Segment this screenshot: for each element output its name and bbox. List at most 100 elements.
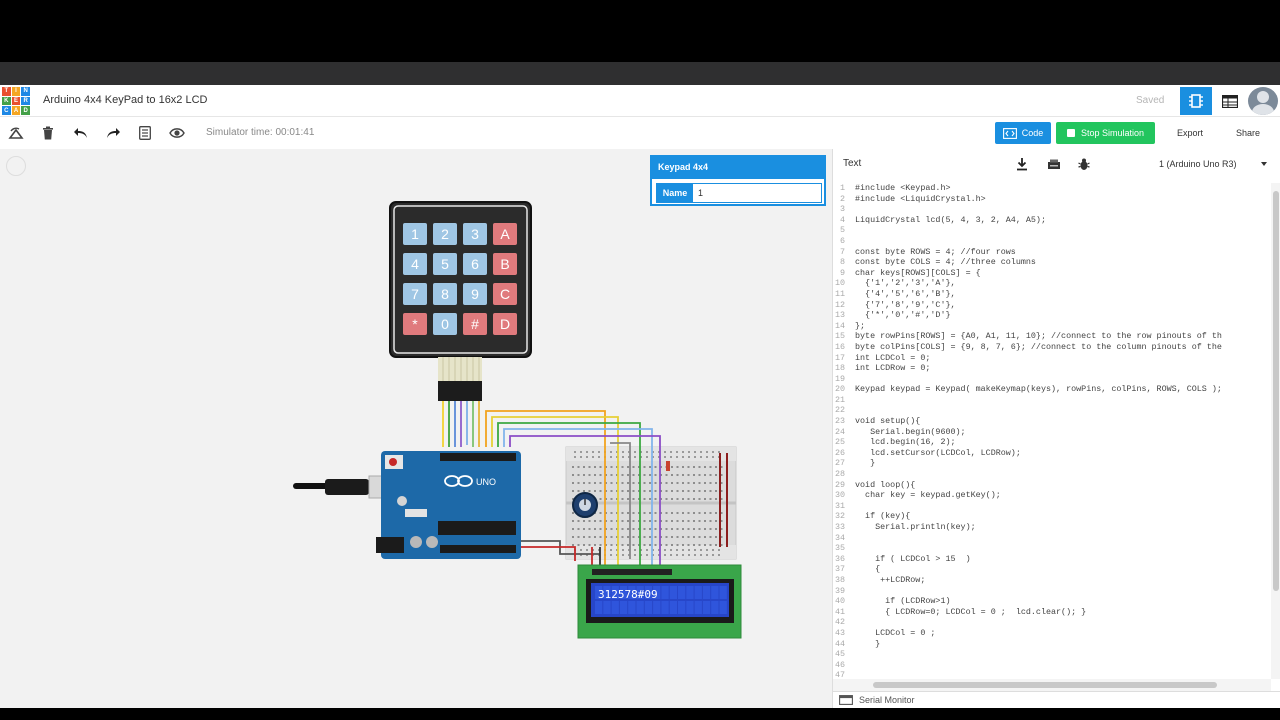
app-header: TIN KER CAD Arduino 4x4 KeyPad to 16x2 LCD… bbox=[0, 85, 1280, 117]
logo-letter: A bbox=[11, 106, 21, 115]
code-line[interactable]: 18 int LCDRow = 0; bbox=[833, 363, 1271, 374]
line-number: 30 bbox=[834, 490, 845, 501]
component-list-button[interactable] bbox=[1218, 89, 1242, 113]
delete-button[interactable] bbox=[40, 125, 56, 141]
serial-monitor-toggle[interactable]: Serial Monitor bbox=[833, 691, 1280, 708]
code-line[interactable]: 35 bbox=[833, 543, 1271, 554]
line-number: 11 bbox=[834, 288, 845, 299]
code-line[interactable]: 21 bbox=[833, 395, 1271, 406]
components-panel-button[interactable] bbox=[1180, 87, 1212, 115]
code-line[interactable]: 14}; bbox=[833, 321, 1271, 332]
code-line[interactable]: 8 const byte COLS = 4; //three columns bbox=[833, 257, 1271, 268]
line-number: 33 bbox=[834, 522, 845, 532]
code-line[interactable]: 28 bbox=[833, 469, 1271, 480]
keypad-key-label: 4 bbox=[411, 256, 419, 272]
code-line[interactable]: 27 } bbox=[833, 458, 1271, 469]
code-line[interactable]: 4 LiquidCrystal lcd(5, 4, 3, 2, A4, A5); bbox=[833, 215, 1271, 226]
upload-button[interactable] bbox=[1047, 157, 1061, 171]
device-select[interactable]: 1 (Arduino Uno R3) bbox=[1153, 154, 1275, 174]
code-line[interactable]: 46 bbox=[833, 660, 1271, 671]
code-line[interactable]: 5 bbox=[833, 225, 1271, 236]
circuit-canvas[interactable]: 1 2 3 A 4 5 6 B 7 8 9 C * 0 # D UNO 3125… bbox=[0, 149, 832, 708]
keypad-key-label: 7 bbox=[411, 286, 419, 302]
code-line[interactable]: 29 void loop(){ bbox=[833, 480, 1271, 491]
code-button-label: Code bbox=[1021, 128, 1044, 138]
code-button[interactable]: Code bbox=[995, 122, 1051, 144]
code-line[interactable]: 33 Serial.println(key); bbox=[833, 522, 1271, 533]
code-line[interactable]: 34 bbox=[833, 533, 1271, 544]
code-line[interactable]: 23 void setup(){ bbox=[833, 416, 1271, 427]
code-line[interactable]: 40 if (LCDRow>1) bbox=[833, 596, 1271, 607]
code-line-text: char key = keypad.getKey(); bbox=[855, 490, 1001, 501]
code-line[interactable]: 41 { LCDRow=0; LCDCol = 0 ; lcd.clear();… bbox=[833, 607, 1271, 618]
stop-simulation-label: Stop Simulation bbox=[1080, 128, 1145, 138]
stop-simulation-button[interactable]: Stop Simulation bbox=[1056, 122, 1155, 144]
debugger-button[interactable] bbox=[1077, 157, 1091, 171]
code-line[interactable]: 16 byte colPins[COLS] = {9, 8, 7, 6}; //c… bbox=[833, 342, 1271, 353]
code-line[interactable]: 19 bbox=[833, 374, 1271, 385]
code-line[interactable]: 30 char key = keypad.getKey(); bbox=[833, 490, 1271, 501]
line-number: 9 bbox=[839, 267, 845, 278]
code-line[interactable]: 22 bbox=[833, 405, 1271, 416]
code-line[interactable]: 20 Keypad keypad = Keypad( makeKeymap(key… bbox=[833, 384, 1271, 395]
code-line[interactable]: 31 bbox=[833, 501, 1271, 512]
vertical-scrollbar[interactable] bbox=[1271, 183, 1280, 679]
logo-letter: D bbox=[21, 106, 30, 115]
logo-letter: I bbox=[11, 87, 21, 96]
code-line[interactable]: 38 ++LCDRow; bbox=[833, 575, 1271, 586]
code-line-text: if (LCDRow>1) bbox=[855, 596, 951, 607]
code-line[interactable]: 17 int LCDCol = 0; bbox=[833, 353, 1271, 364]
export-button[interactable]: Export bbox=[1166, 122, 1214, 144]
code-text-area[interactable]: 1 #include <Keypad.h> 2 #include <LiquidCry… bbox=[833, 183, 1271, 679]
undo-button[interactable] bbox=[73, 125, 89, 141]
code-line[interactable]: 26 lcd.setCursor(LCDCol, LCDRow); bbox=[833, 448, 1271, 459]
project-title[interactable]: Arduino 4x4 KeyPad to 16x2 LCD bbox=[43, 94, 208, 106]
rotate-button[interactable] bbox=[8, 125, 24, 141]
code-line-text: byte rowPins[ROWS] = {A0, A1, 11, 10}; /… bbox=[855, 331, 1222, 342]
code-line[interactable]: 24 Serial.begin(9600); bbox=[833, 427, 1271, 438]
code-line[interactable]: 7 const byte ROWS = 4; //four rows bbox=[833, 247, 1271, 258]
visibility-button[interactable] bbox=[169, 125, 185, 141]
notes-button[interactable] bbox=[137, 125, 153, 141]
code-line[interactable]: 2 #include <LiquidCrystal.h> bbox=[833, 194, 1271, 205]
code-line[interactable]: 6 bbox=[833, 236, 1271, 247]
code-line[interactable]: 3 bbox=[833, 204, 1271, 215]
name-input[interactable]: 1 bbox=[693, 184, 821, 202]
code-line[interactable]: 11 {'4','5','6','B'}, bbox=[833, 289, 1271, 300]
line-number: 42 bbox=[834, 617, 845, 628]
table-icon bbox=[1222, 94, 1238, 108]
code-line[interactable]: 1 #include <Keypad.h> bbox=[833, 183, 1271, 194]
share-button[interactable]: Share bbox=[1224, 122, 1272, 144]
code-line[interactable]: 13 {'*','0','#','D'} bbox=[833, 310, 1271, 321]
code-line[interactable]: 36 if ( LCDCol > 15 ) bbox=[833, 554, 1271, 565]
code-line[interactable]: 43 LCDCol = 0 ; bbox=[833, 628, 1271, 639]
logo-letter: R bbox=[21, 96, 30, 106]
code-line[interactable]: 32 if (key){ bbox=[833, 511, 1271, 522]
code-line[interactable]: 44 } bbox=[833, 639, 1271, 650]
saved-status: Saved bbox=[1136, 95, 1165, 106]
code-line[interactable]: 9 char keys[ROWS][COLS] = { bbox=[833, 268, 1271, 279]
user-avatar[interactable] bbox=[1248, 87, 1278, 115]
redo-button[interactable] bbox=[105, 125, 121, 141]
code-line[interactable]: 12 {'7','8','9','C'}, bbox=[833, 300, 1271, 311]
code-line[interactable]: 42 bbox=[833, 617, 1271, 628]
name-field[interactable]: Name 1 bbox=[656, 183, 822, 203]
logo-letter: T bbox=[2, 87, 11, 96]
horizontal-scrollbar[interactable] bbox=[833, 679, 1271, 691]
code-line[interactable]: 45 bbox=[833, 649, 1271, 660]
code-line[interactable]: 39 bbox=[833, 586, 1271, 597]
code-line[interactable]: 15 byte rowPins[ROWS] = {A0, A1, 11, 10};… bbox=[833, 331, 1271, 342]
code-line[interactable]: 37 { bbox=[833, 564, 1271, 575]
inspector-title: Keypad 4x4 bbox=[652, 157, 824, 179]
tinkercad-logo[interactable]: TIN KER CAD bbox=[2, 87, 30, 115]
code-line-text: } bbox=[855, 638, 881, 649]
code-line[interactable]: 47 bbox=[833, 670, 1271, 679]
browser-strip bbox=[0, 62, 1280, 85]
code-mode-select[interactable]: Text bbox=[843, 158, 861, 169]
code-line[interactable]: 10 {'1','2','3','A'}, bbox=[833, 278, 1271, 289]
line-number: 8 bbox=[839, 257, 845, 268]
code-line[interactable]: 25 lcd.begin(16, 2); bbox=[833, 437, 1271, 448]
download-code-button[interactable] bbox=[1015, 157, 1029, 171]
code-line-text: int LCDCol = 0; bbox=[855, 352, 931, 363]
line-number: 23 bbox=[834, 416, 845, 427]
